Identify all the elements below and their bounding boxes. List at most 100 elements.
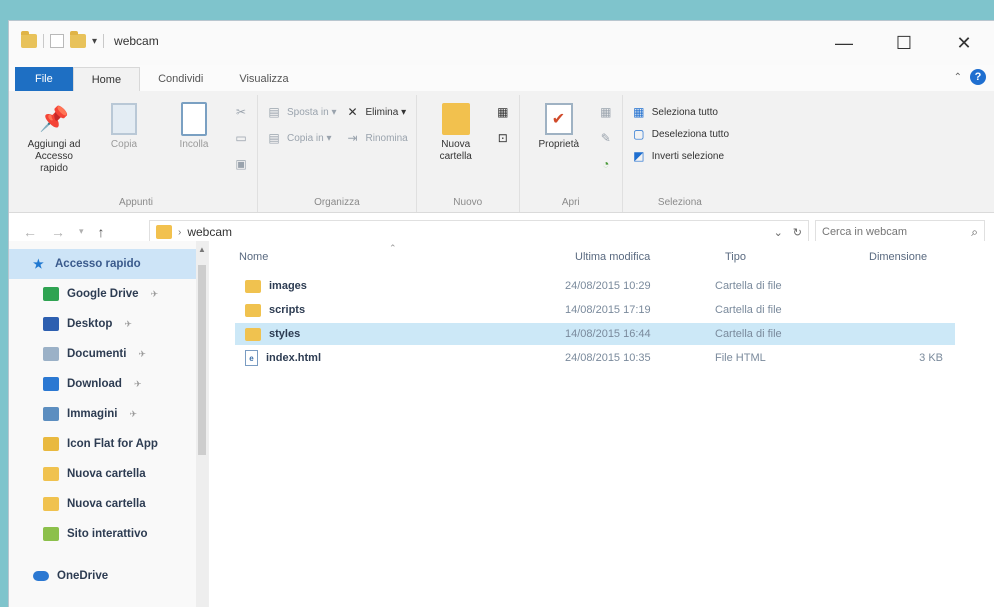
table-row[interactable]: e index.html 24/08/2015 10:35 File HTML 3 KB (235, 347, 955, 369)
sidebar-item-quick-access-entry[interactable]: Sito interattivo (9, 519, 208, 549)
collapse-ribbon-icon[interactable]: ⌃ (954, 72, 962, 83)
sidebar-item-quick-access-entry[interactable]: Nuova cartella (9, 459, 208, 489)
forward-arrow-icon[interactable]: → (51, 224, 65, 240)
scrollbar-thumb[interactable] (198, 265, 206, 455)
table-row[interactable]: styles 14/08/2015 16:44 Cartella di file (235, 323, 955, 345)
folder-icon (245, 279, 261, 293)
search-icon[interactable]: ⌕ (971, 225, 978, 240)
invert-selection-button[interactable]: ◩ Inverti selezione (631, 149, 729, 163)
select-none-button[interactable]: ▢ Deseleziona tutto (631, 127, 729, 141)
group-label-organize: Organizza (314, 197, 360, 208)
tab-share[interactable]: Condividi (140, 67, 221, 91)
sidebar-item-quick-access-entry[interactable]: Icon Flat for App (9, 429, 208, 459)
quick-access-toolbar: ▾ webcam (21, 31, 159, 48)
pin-quick-access-button[interactable]: 📌 Aggiungi ad Accesso rapido (23, 99, 85, 190)
sidebar-item-quick-access-entry[interactable]: Google Drive ✈ (9, 279, 208, 309)
file-name-cell: styles (245, 327, 301, 341)
up-arrow-icon[interactable]: ↑ (98, 224, 105, 240)
properties-button[interactable]: Proprietà (528, 99, 590, 190)
new-item-icon: ▦ (497, 105, 509, 119)
select-all-label: Seleziona tutto (651, 106, 718, 118)
column-headers: Nome ⌃ Ultima modifica Tipo Dimensione (209, 241, 994, 275)
sidebar-item-quick-access-entry[interactable]: Download ✈ (9, 369, 208, 399)
column-header-modified[interactable]: Ultima modifica (575, 251, 650, 263)
tab-view[interactable]: Visualizza (221, 67, 306, 91)
paste-button[interactable]: Incolla (163, 99, 225, 190)
sidebar-item-label: Download (67, 378, 122, 390)
tab-home[interactable]: Home (72, 67, 141, 91)
cut-button[interactable]: ✂ (233, 105, 249, 119)
copy-button[interactable]: Copia (93, 99, 155, 190)
sidebar-item-label: Google Drive (67, 288, 139, 300)
navigation-buttons: ← → ▾ ↑ (9, 224, 105, 240)
file-list: Nome ⌃ Ultima modifica Tipo Dimensione i… (209, 241, 994, 607)
search-input[interactable] (822, 226, 952, 238)
group-label-new: Nuovo (453, 197, 483, 208)
edit-button[interactable]: ✎ (598, 131, 614, 145)
table-row[interactable]: images 24/08/2015 10:29 Cartella di file (235, 275, 955, 297)
select-none-icon: ▢ (633, 127, 645, 141)
group-organize: ▤ Sposta in ▾ ▤ Copia in ▾ ✕ Elimina ▾ ⇥ Rin… (258, 95, 417, 212)
copy-to-label: Copia in ▾ (287, 132, 332, 144)
chevron-right-icon[interactable]: › (178, 227, 181, 238)
file-modified-cell: 14/08/2015 16:44 (565, 328, 651, 340)
folder-icon (43, 437, 59, 451)
sidebar-item-quick-access[interactable]: ★ Accesso rapido (9, 249, 208, 279)
file-modified-cell: 24/08/2015 10:29 (565, 280, 651, 292)
pin-icon[interactable]: ✈ (151, 289, 159, 300)
new-folder-icon[interactable] (70, 31, 86, 48)
back-arrow-icon[interactable]: ← (23, 224, 37, 240)
group-open: Proprietà ▦ ✎ ◔ Apri (520, 95, 623, 212)
sidebar-item-quick-access-entry[interactable]: Documenti ✈ (9, 339, 208, 369)
separator (43, 34, 44, 48)
table-row[interactable]: scripts 14/08/2015 17:19 Cartella di file (235, 299, 955, 321)
scroll-up-icon[interactable]: ▲ (198, 245, 206, 254)
sidebar-item-quick-access-entry[interactable]: Immagini ✈ (9, 399, 208, 429)
sidebar-item-quick-access-entry[interactable]: Desktop ✈ (9, 309, 208, 339)
navigation-pane: ★ Accesso rapido Google Drive ✈ Desktop ✈ Do… (9, 241, 209, 607)
file-name-cell: images (245, 279, 307, 293)
history-button[interactable]: ◔ (598, 157, 614, 171)
open-button[interactable]: ▦ (598, 105, 614, 119)
delete-button[interactable]: ✕ Elimina ▾ (345, 105, 408, 119)
new-item-button[interactable]: ▦ (495, 105, 511, 119)
properties-icon[interactable] (50, 34, 64, 48)
tab-file[interactable]: File (15, 67, 73, 91)
select-all-button[interactable]: ▦ Seleziona tutto (631, 105, 729, 119)
easy-access-button[interactable]: ⊡ (495, 131, 511, 145)
move-to-button[interactable]: ▤ Sposta in ▾ (266, 105, 336, 119)
nav-scrollbar[interactable]: ▲ (196, 241, 208, 607)
customize-toolbar-dropdown[interactable]: ▾ (92, 36, 97, 47)
copy-to-button[interactable]: ▤ Copia in ▾ (266, 131, 337, 145)
help-icon[interactable]: ? (970, 69, 986, 85)
copy-path-button[interactable]: ▭ (233, 131, 249, 145)
title-bar: ▾ webcam — ☐ ✕ (9, 21, 994, 65)
pin-icon[interactable]: ✈ (124, 319, 132, 330)
easy-access-icon: ⊡ (497, 131, 508, 145)
file-modified-cell: 24/08/2015 10:35 (565, 352, 651, 364)
close-button[interactable]: ✕ (934, 21, 994, 65)
file-name: styles (269, 328, 301, 340)
column-header-name[interactable]: Nome (239, 251, 268, 263)
new-folder-button[interactable]: Nuova cartella (425, 99, 487, 190)
address-path[interactable]: webcam (187, 225, 232, 239)
pin-icon[interactable]: ✈ (138, 349, 146, 360)
refresh-icon[interactable]: ↻ (793, 226, 802, 239)
chevron-down-icon[interactable]: ⌄ (774, 226, 783, 239)
column-header-size[interactable]: Dimensione (869, 251, 927, 263)
minimize-button[interactable]: — (814, 21, 874, 65)
recent-dropdown-icon[interactable]: ▾ (79, 226, 84, 237)
pin-icon[interactable]: ✈ (129, 409, 137, 420)
html-file-icon: e (245, 350, 258, 366)
new-col: ▦ ⊡ (495, 99, 511, 190)
delete-icon: ✕ (347, 105, 358, 119)
column-header-type[interactable]: Tipo (725, 251, 746, 263)
sidebar-item-onedrive[interactable]: OneDrive (9, 561, 208, 591)
maximize-button[interactable]: ☐ (874, 21, 934, 65)
rename-button[interactable]: ⇥ Rinomina (345, 131, 407, 145)
history-icon: ◔ (602, 157, 610, 171)
pin-icon[interactable]: ✈ (134, 379, 142, 390)
sidebar-item-quick-access-entry[interactable]: Nuova cartella (9, 489, 208, 519)
paste-shortcut-button[interactable]: ▣ (233, 157, 249, 171)
invert-selection-icon: ◩ (633, 149, 645, 163)
